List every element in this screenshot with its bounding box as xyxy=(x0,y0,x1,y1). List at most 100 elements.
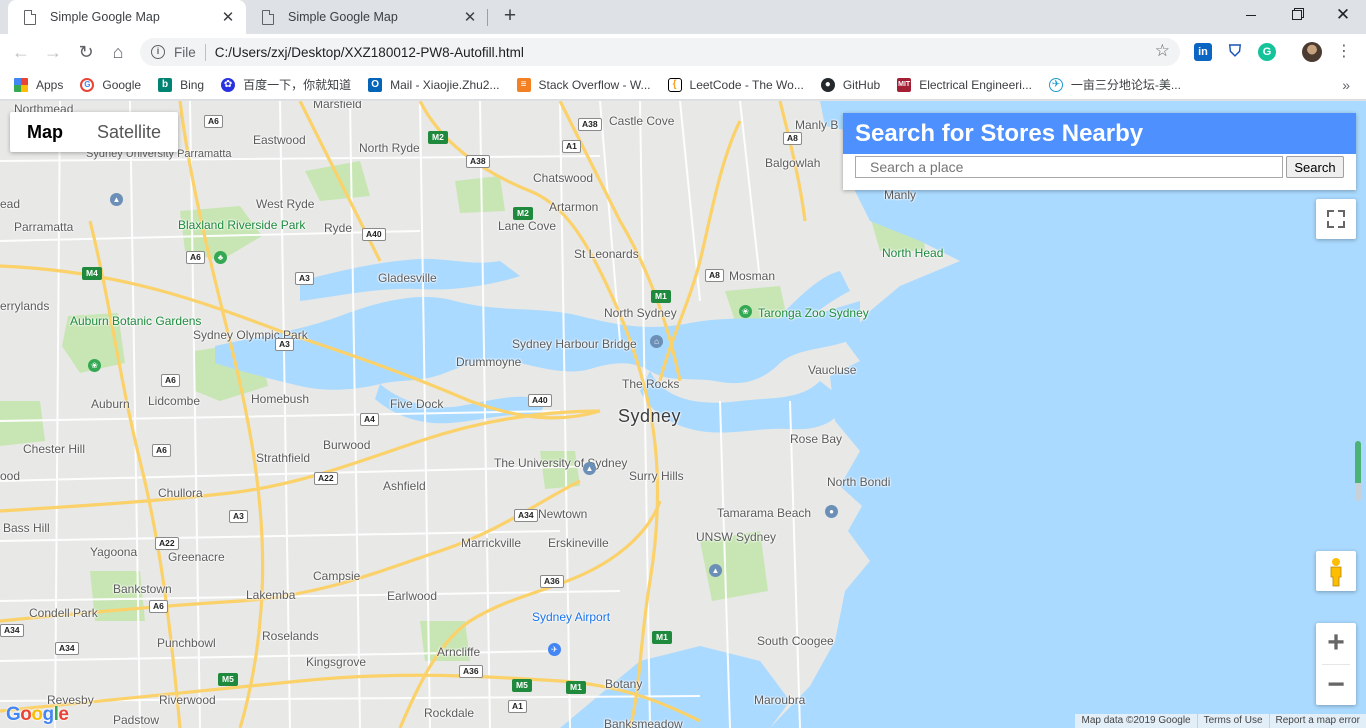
avatar[interactable] xyxy=(1302,42,1322,62)
road-shield-m5: M5 xyxy=(218,673,238,686)
beach-icon[interactable]: ● xyxy=(825,505,838,518)
map-label-riverwood: Riverwood xyxy=(159,693,216,707)
road-shield-a6: A6 xyxy=(152,444,171,457)
bookmark-github[interactable]: ● GitHub xyxy=(820,77,881,92)
road-shield-a36: A36 xyxy=(540,575,564,588)
zoo-icon[interactable]: ❀ xyxy=(739,305,752,318)
bookmark-yimu[interactable]: ✈ 一亩三分地论坛-美... xyxy=(1048,76,1181,93)
map-label-rose-bay: Rose Bay xyxy=(790,432,843,446)
road-shield-a8: A8 xyxy=(783,132,802,145)
map-label-auburn-botanic-gardens: Auburn Botanic Gardens xyxy=(70,314,202,328)
back-arrow-icon[interactable]: ← xyxy=(8,39,34,65)
minimize-icon[interactable] xyxy=(1228,0,1274,30)
map-label-balgowlah: Balgowlah xyxy=(765,156,821,170)
info-icon[interactable]: i xyxy=(151,45,165,59)
forward-arrow-icon[interactable]: → xyxy=(40,39,66,65)
report-map-error-link[interactable]: Report a map error xyxy=(1269,714,1366,728)
map-label-vaucluse: Vaucluse xyxy=(808,363,857,377)
home-icon[interactable]: ⌂ xyxy=(105,39,131,65)
menu-icon[interactable]: ⋮ xyxy=(1336,42,1352,62)
map-label-chullora: Chullora xyxy=(158,486,203,500)
university-icon[interactable]: ▲ xyxy=(709,564,722,577)
road-shield-m2: M2 xyxy=(428,131,448,144)
map-label-chester-hill: Chester Hill xyxy=(23,442,86,456)
zoom-control: + − xyxy=(1316,623,1356,705)
map-label-ashfield: Ashfield xyxy=(383,479,426,493)
map-label-mosman: Mosman xyxy=(729,269,776,283)
fullscreen-button[interactable] xyxy=(1316,199,1356,239)
map-label-sydney-airport: Sydney Airport xyxy=(532,610,611,624)
park-icon[interactable]: ♣ xyxy=(214,251,227,264)
bookmark-leetcode[interactable]: {LeetCode - The Wo... xyxy=(667,77,804,92)
map-label-strathfield: Strathfield xyxy=(256,451,311,465)
bookmark-label: 百度一下，你就知道 xyxy=(243,78,352,92)
bookmark-baidu[interactable]: ✿ 百度一下，你就知道 xyxy=(221,76,351,93)
search-button[interactable]: Search xyxy=(1286,156,1344,178)
landmark-icon[interactable]: ⌂ xyxy=(650,335,663,348)
map-type-map-button[interactable]: Map xyxy=(10,112,80,152)
road-shield-a4: A4 xyxy=(360,413,379,426)
terms-of-use-link[interactable]: Terms of Use xyxy=(1197,714,1269,728)
outlook-icon: O xyxy=(368,77,383,92)
map-label-sydney: Sydney xyxy=(618,406,682,426)
search-input[interactable] xyxy=(855,156,1283,178)
map-label-north-sydney: North Sydney xyxy=(604,306,677,320)
bookmark-stackoverflow[interactable]: ≡ Stack Overflow - W... xyxy=(516,77,651,92)
map-label-ryde: Ryde xyxy=(324,221,353,235)
bookmark-label: Stack Overflow - W... xyxy=(538,77,651,92)
restore-icon[interactable] xyxy=(1274,0,1320,30)
map-label-ood: ood xyxy=(0,469,21,483)
zoom-in-icon[interactable]: + xyxy=(1316,623,1356,663)
map-label-campsie: Campsie xyxy=(313,569,361,583)
map-label-manly: Manly xyxy=(884,188,917,202)
road-shield-a6: A6 xyxy=(149,600,168,613)
map-label-the-rocks: The Rocks xyxy=(622,377,680,391)
bookmarks-overflow-icon[interactable]: » xyxy=(1342,77,1350,93)
url-text[interactable]: C:/Users/zxj/Desktop/XXZ180012-PW8-Autof… xyxy=(215,45,524,60)
map-label-greenacre: Greenacre xyxy=(168,550,225,564)
map-label-castle-cove: Castle Cove xyxy=(609,114,675,128)
bookmark-label: Electrical Engineeri... xyxy=(919,77,1032,92)
close-icon[interactable]: ✕ xyxy=(220,8,236,26)
grammarly-icon[interactable]: G xyxy=(1258,43,1276,61)
tab-simple-google-map-2[interactable]: Simple Google Map ✕ xyxy=(246,0,488,34)
bookmark-mail[interactable]: O Mail - Xiaojie.Zhu2... xyxy=(368,77,500,92)
airport-icon[interactable]: ✈ xyxy=(548,643,561,656)
university-icon[interactable]: ▲ xyxy=(583,462,596,475)
map-label-lakemba: Lakemba xyxy=(246,588,296,602)
bookmark-label: Google xyxy=(102,77,142,92)
map-label-tamarama-beach: Tamarama Beach xyxy=(717,506,812,520)
google-logo[interactable]: Google xyxy=(6,704,69,726)
map-label-surry-hills: Surry Hills xyxy=(629,469,684,483)
zoom-out-icon[interactable]: − xyxy=(1316,665,1356,705)
bookmark-ee[interactable]: MIT Electrical Engineeri... xyxy=(897,77,1032,92)
map-canvas[interactable]: Sydney Northmead Marsfield Eastwood Nort… xyxy=(0,101,1366,728)
road-shield-m2: M2 xyxy=(513,207,533,220)
road-shield-m4: M4 xyxy=(82,267,102,280)
map-type-control: Map Satellite xyxy=(10,112,179,152)
bookmark-apps[interactable]: Apps xyxy=(14,77,63,92)
bookmark-google[interactable]: G Google xyxy=(80,77,142,92)
google-icon: G xyxy=(80,77,95,92)
tab-simple-google-map-1[interactable]: Simple Google Map ✕ xyxy=(8,0,246,34)
address-bar[interactable]: i File C:/Users/zxj/Desktop/XXZ180012-PW… xyxy=(140,38,1180,66)
map-label-earlwood: Earlwood xyxy=(387,589,438,603)
plus-icon[interactable]: + xyxy=(498,4,522,28)
star-icon[interactable]: ☆ xyxy=(1155,41,1170,61)
road-shield-a34: A34 xyxy=(55,642,79,655)
map-label-rockdale: Rockdale xyxy=(424,706,475,720)
shield-icon[interactable]: ⛉ xyxy=(1226,43,1244,61)
map-label-south-coogee: South Coogee xyxy=(757,634,834,648)
school-icon[interactable]: ▲ xyxy=(110,193,123,206)
garden-icon[interactable]: ❀ xyxy=(88,359,101,372)
bookmark-label: GitHub xyxy=(842,77,881,92)
street-view-button[interactable] xyxy=(1316,551,1356,591)
close-icon[interactable]: ✕ xyxy=(462,8,478,26)
window-close-icon[interactable]: ✕ xyxy=(1320,0,1366,30)
reload-icon[interactable]: ↻ xyxy=(73,39,99,65)
map-type-satellite-button[interactable]: Satellite xyxy=(80,112,178,152)
bookmark-bing[interactable]: b Bing xyxy=(158,77,204,92)
linkedin-icon[interactable]: in xyxy=(1194,43,1212,61)
map-attribution: Map data ©2019 Google Terms of Use Repor… xyxy=(1074,714,1366,728)
map-data-credit[interactable]: Map data ©2019 Google xyxy=(1075,714,1197,728)
